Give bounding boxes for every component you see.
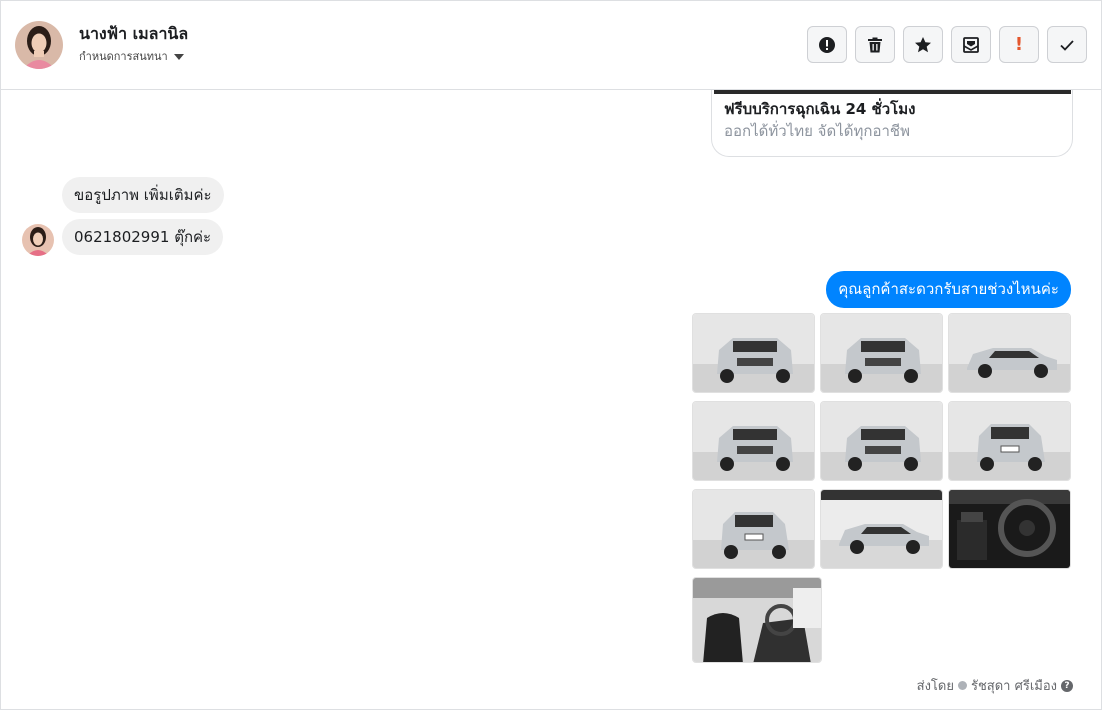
sent-by-footer: ส่งโดย รัชสุดา ศรีเมือง ?: [917, 675, 1073, 696]
star-button[interactable]: [903, 26, 943, 63]
photo-thumbnail[interactable]: [948, 401, 1071, 481]
card-subtitle: ออกได้ทั่วไทย จัดได้ทุกอาชีพ: [724, 122, 910, 140]
incoming-message[interactable]: ขอรูปภาพ เพิ่มเติมค่ะ: [62, 177, 224, 213]
photo-thumbnail[interactable]: [692, 489, 815, 569]
contact-name: นางฟ้า เมลานิล: [79, 24, 189, 43]
mark-spam-button[interactable]: [807, 26, 847, 63]
envelope-icon: [963, 36, 979, 53]
star-icon: [915, 36, 931, 52]
photo-thumbnail[interactable]: [692, 577, 822, 663]
mark-unread-button[interactable]: [951, 26, 991, 63]
photo-thumbnail[interactable]: [820, 401, 943, 481]
mark-done-button[interactable]: [1047, 26, 1087, 63]
trash-icon: [868, 37, 882, 52]
photo-thumbnail[interactable]: [820, 313, 943, 393]
photo-thumbnail[interactable]: [820, 489, 943, 569]
sender-verified-icon: [957, 681, 967, 690]
sent-by-label: ส่งโดย: [916, 679, 954, 694]
delete-button[interactable]: [855, 26, 895, 63]
exclamation-mark-icon: !: [1014, 34, 1024, 55]
photo-thumbnail[interactable]: [948, 489, 1071, 569]
contact-avatar[interactable]: [15, 21, 63, 69]
conversation-panel: นางฟ้า เมลานิล กำหนดการสนทนา ! ฟรีบบริกา…: [0, 0, 1102, 710]
sender-avatar[interactable]: [22, 224, 54, 256]
card-title: ฟรีบบริการฉุกเฉิน 24 ชั่วโมง: [724, 100, 916, 118]
exclamation-circle-icon: [819, 36, 835, 53]
photo-thumbnail[interactable]: [692, 401, 815, 481]
checkmark-icon: [1060, 39, 1074, 51]
sender-name[interactable]: รัชสุดา ศรีเมือง: [971, 675, 1057, 696]
photo-thumbnail[interactable]: [692, 313, 815, 393]
help-icon[interactable]: ?: [1061, 679, 1073, 692]
incoming-message[interactable]: 0621802991 ตุ๊กค่ะ: [62, 219, 224, 255]
photo-thumbnail[interactable]: [948, 313, 1071, 393]
follow-up-button[interactable]: !: [999, 26, 1039, 63]
assign-conversation-dropdown[interactable]: กำหนดการสนทนา: [79, 47, 184, 65]
outgoing-message[interactable]: คุณลูกค้าสะดวกรับสายช่วงไหนค่ะ: [826, 271, 1071, 308]
assign-label: กำหนดการสนทนา: [79, 50, 168, 63]
conversation-header: นางฟ้า เมลานิล กำหนดการสนทนา !: [1, 1, 1101, 90]
caret-down-icon: [173, 53, 184, 60]
